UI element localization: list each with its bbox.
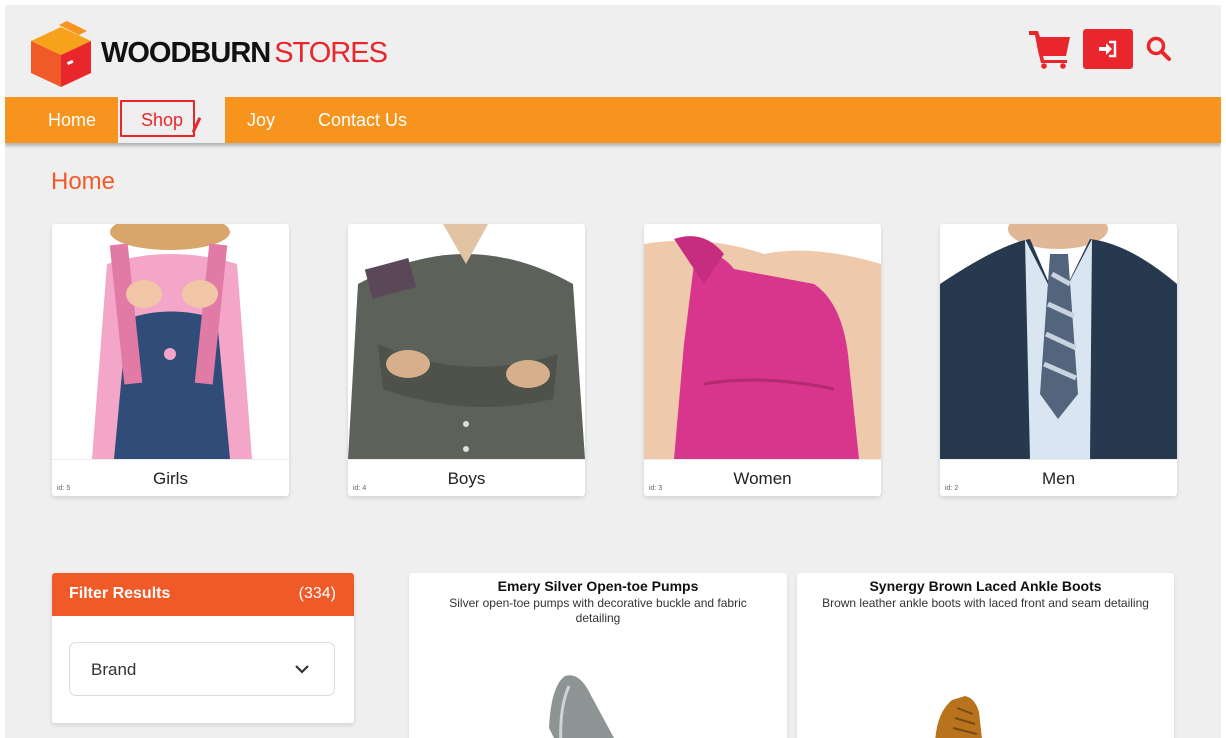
category-id: id: 2 <box>945 485 959 492</box>
nav-contact-us[interactable]: Contact Us <box>318 97 407 143</box>
logo-text: WOODBURN STORES <box>101 36 388 69</box>
nav-joy[interactable]: Joy <box>247 97 275 143</box>
search-icon[interactable] <box>1145 35 1173 63</box>
women-image <box>644 224 881 460</box>
filter-title: Filter Results <box>69 585 171 602</box>
nav-home[interactable]: Home <box>48 97 96 143</box>
category-label: Girls <box>153 469 188 488</box>
category-label: Men <box>1041 469 1076 488</box>
filter-panel: Filter Results (334) Brand <box>52 573 354 723</box>
category-id: id: 3 <box>649 485 663 492</box>
category-card-girls[interactable]: Girls id: 5 <box>52 224 289 496</box>
login-button[interactable] <box>1083 29 1133 69</box>
result-count: (334) <box>298 585 336 602</box>
brown-boots-image <box>935 696 982 738</box>
brand-dropdown[interactable]: Brand <box>69 642 335 696</box>
category-label: Women <box>733 469 792 488</box>
girls-image <box>52 224 289 460</box>
men-image <box>940 224 1177 460</box>
category-card-men[interactable]: Men id: 2 <box>940 224 1177 496</box>
product-description: Brown leather ankle boots with laced fro… <box>822 596 1149 610</box>
category-card-boys[interactable]: Boys id: 4 <box>348 224 585 496</box>
sign-in-icon <box>1099 40 1117 58</box>
brand-label: Brand <box>91 660 137 679</box>
filter-header: Filter Results (334) <box>52 573 354 616</box>
shop-highlight-box <box>120 100 195 137</box>
product-name: Emery Silver Open-toe Pumps <box>497 578 699 594</box>
logo-light: STORES <box>274 36 388 69</box>
product-description: Silver open-toe pumps with decorative bu… <box>449 596 747 625</box>
logo-bold: WOODBURN <box>101 36 271 69</box>
category-card-women[interactable]: Women id: 3 <box>644 224 881 496</box>
chevron-down-icon <box>295 665 309 674</box>
category-id: id: 4 <box>353 485 367 492</box>
page-title: Home <box>51 168 116 195</box>
boys-image <box>348 224 585 460</box>
product-name: Synergy Brown Laced Ankle Boots <box>869 578 1102 594</box>
page: WOODBURN STORES Home Shop Joy Contact Us … <box>5 5 1221 738</box>
silver-pumps-image <box>549 675 614 738</box>
box-logo-icon <box>31 21 91 87</box>
category-id: id: 5 <box>57 485 71 492</box>
product-card[interactable]: Synergy Brown Laced Ankle Boots Brown le… <box>797 573 1174 738</box>
category-label: Boys <box>447 469 486 488</box>
cart-icon[interactable] <box>1029 29 1071 69</box>
product-card[interactable]: Emery Silver Open-toe Pumps Silver open-… <box>409 573 787 738</box>
logo[interactable]: WOODBURN STORES <box>27 15 388 91</box>
